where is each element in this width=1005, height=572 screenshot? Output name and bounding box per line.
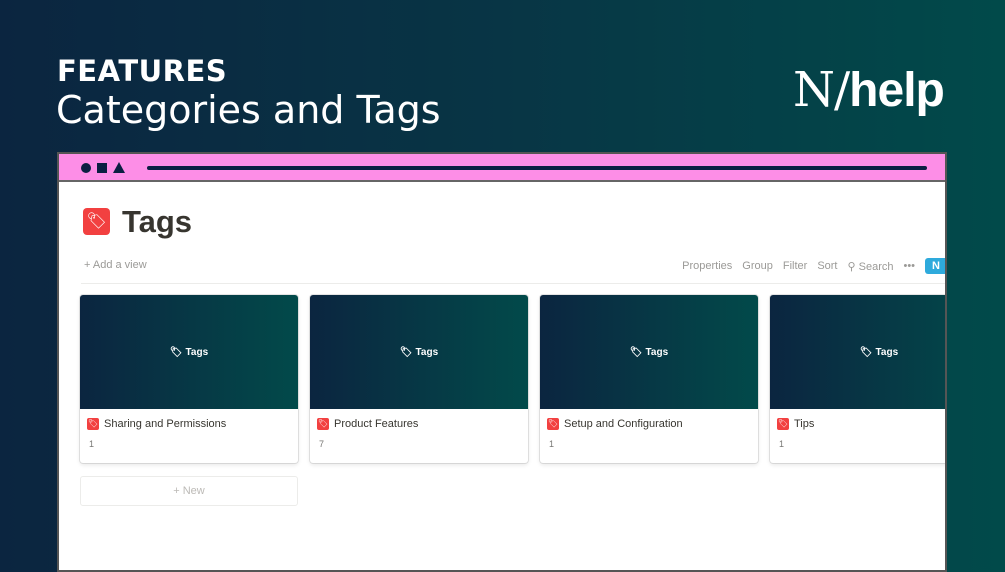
circle-icon bbox=[81, 163, 91, 173]
card-cover: 🏷 Tags bbox=[310, 295, 528, 409]
tag-icon: 🏷 bbox=[629, 346, 643, 358]
slide-headline: Categories and Tags bbox=[56, 88, 441, 132]
card-title: Sharing and Permissions bbox=[104, 418, 227, 430]
slide-eyebrow: FEATURES bbox=[57, 54, 228, 88]
card-title: Product Features bbox=[334, 418, 419, 430]
card-cover: 🏷 Tags bbox=[540, 295, 758, 409]
card-cover: 🏷 Tags bbox=[80, 295, 298, 409]
cover-label: Tags bbox=[415, 346, 439, 358]
browser-frame: 🏷 Tags + Add a view Properties Group Fil… bbox=[57, 152, 947, 572]
add-new-button[interactable]: + New bbox=[80, 476, 298, 506]
cover-label: Tags bbox=[875, 346, 899, 358]
tag-icon: 🏷 bbox=[169, 346, 183, 358]
filter-button[interactable]: Filter bbox=[783, 260, 807, 272]
new-button[interactable]: N bbox=[925, 258, 945, 274]
card-title: Setup and Configuration bbox=[564, 418, 683, 430]
card-title: Tips bbox=[794, 418, 815, 430]
cover-label: Tags bbox=[645, 346, 669, 358]
card-count: 1 bbox=[779, 439, 785, 449]
gallery-card[interactable]: 🏷 Tags 🏷 Tips 1 bbox=[770, 295, 945, 463]
sort-button[interactable]: Sort bbox=[817, 260, 837, 272]
tag-icon: 🏷 bbox=[317, 418, 329, 430]
cover-label: Tags bbox=[185, 346, 209, 358]
card-count: 1 bbox=[549, 439, 555, 449]
window-bar bbox=[59, 154, 945, 182]
more-button[interactable]: ••• bbox=[903, 260, 915, 272]
gallery-card[interactable]: 🏷 Tags 🏷 Sharing and Permissions 1 bbox=[80, 295, 298, 463]
divider bbox=[81, 283, 945, 284]
tag-icon: 🏷 bbox=[83, 208, 110, 235]
search-button[interactable]: ⚲ Search bbox=[848, 260, 894, 273]
card-count: 7 bbox=[319, 439, 325, 449]
gallery-card[interactable]: 🏷 Tags 🏷 Setup and Configuration 1 bbox=[540, 295, 758, 463]
tag-icon: 🏷 bbox=[859, 346, 873, 358]
search-icon: ⚲ bbox=[847, 260, 856, 273]
tag-icon: 🏷 bbox=[87, 418, 99, 430]
tag-icon: 🏷 bbox=[399, 346, 413, 358]
tag-icon: 🏷 bbox=[777, 418, 789, 430]
toolbar: Properties Group Filter Sort ⚲ Search ••… bbox=[682, 258, 945, 274]
address-bar bbox=[147, 166, 927, 170]
logo: N/help bbox=[793, 62, 945, 118]
group-button[interactable]: Group bbox=[742, 260, 773, 272]
triangle-icon bbox=[113, 162, 125, 173]
properties-button[interactable]: Properties bbox=[682, 260, 732, 272]
tag-icon: 🏷 bbox=[547, 418, 559, 430]
card-count: 1 bbox=[89, 439, 95, 449]
page-title: Tags bbox=[122, 204, 193, 239]
search-label: Search bbox=[858, 260, 894, 273]
add-view-button[interactable]: + Add a view bbox=[84, 259, 147, 271]
card-cover: 🏷 Tags bbox=[770, 295, 945, 409]
gallery-card[interactable]: 🏷 Tags 🏷 Product Features 7 bbox=[310, 295, 528, 463]
square-icon bbox=[97, 163, 107, 173]
